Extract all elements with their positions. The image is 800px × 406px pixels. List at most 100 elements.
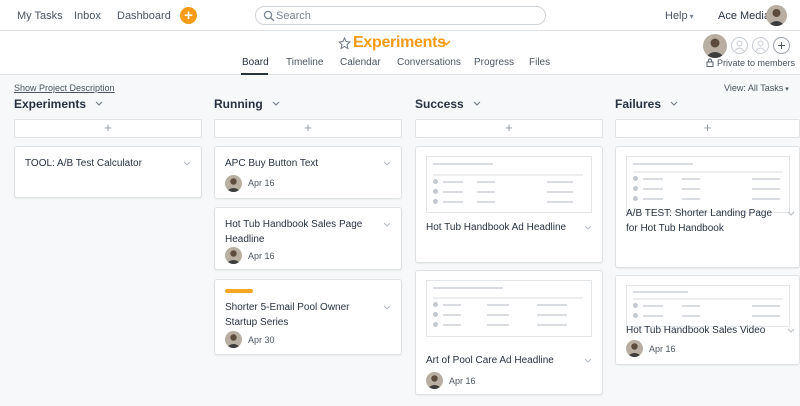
lock-icon — [706, 58, 714, 67]
column-title: Running — [214, 97, 263, 111]
chevron-down-icon[interactable] — [442, 40, 451, 46]
view-filter-label: View: All Tasks — [724, 83, 784, 93]
chevron-down-icon — [272, 101, 280, 106]
column-header[interactable]: Success — [415, 97, 481, 115]
project-title[interactable]: Experiments — [353, 34, 446, 52]
person-icon — [755, 40, 766, 52]
task-card[interactable]: Shorter 5-Email Pool Owner Startup Serie… — [214, 279, 402, 355]
add-member-button[interactable]: + — [773, 37, 790, 54]
task-name: TOOL: A/B Test Calculator — [25, 158, 142, 169]
column-title: Failures — [615, 97, 662, 111]
add-task-button[interactable]: + — [14, 119, 202, 138]
task-name: Shorter 5-Email Pool Owner Startup Serie… — [225, 302, 350, 328]
due-date[interactable]: Apr 16 — [248, 251, 275, 261]
star-icon[interactable] — [338, 37, 351, 50]
member-placeholder[interactable] — [731, 37, 748, 54]
due-date[interactable]: Apr 16 — [449, 376, 476, 386]
column-title: Experiments — [14, 97, 87, 111]
due-date[interactable]: Apr 30 — [248, 335, 275, 345]
nav-dashboard[interactable]: Dashboard — [117, 10, 171, 22]
plus-icon: + — [505, 120, 513, 135]
column-header[interactable]: Running — [214, 97, 280, 115]
attachment-thumbnail[interactable] — [426, 280, 592, 337]
chevron-down-icon: ▾ — [785, 86, 789, 93]
chevron-down-icon[interactable] — [383, 222, 391, 227]
due-date[interactable]: Apr 16 — [248, 178, 275, 188]
chevron-down-icon — [95, 101, 103, 106]
nav-inbox[interactable]: Inbox — [74, 10, 101, 22]
assignee-avatar[interactable] — [225, 247, 242, 264]
chevron-down-icon — [473, 101, 481, 106]
add-task-button[interactable]: + — [415, 119, 603, 138]
column-header[interactable]: Failures — [615, 97, 678, 115]
help-label: Help — [665, 10, 688, 22]
view-filter[interactable]: View: All Tasks ▾ — [724, 83, 789, 93]
project-members: + — [703, 34, 793, 60]
task-name: Hot Tub Handbook Sales Video — [626, 325, 766, 336]
project-header: Experiments Board Timeline Calendar Conv… — [0, 31, 800, 75]
add-task-button[interactable]: + — [615, 119, 800, 138]
chevron-down-icon[interactable] — [787, 211, 795, 216]
task-name: Hot Tub Handbook Sales Page Headline — [225, 219, 363, 245]
plus-icon: + — [184, 7, 193, 24]
chevron-down-icon[interactable] — [183, 161, 191, 166]
task-card[interactable]: Hot Tub Handbook Ad Headline — [415, 146, 603, 263]
chevron-down-icon[interactable] — [383, 305, 391, 310]
tab-conversations[interactable]: Conversations — [397, 57, 461, 68]
task-name: Hot Tub Handbook Ad Headline — [426, 222, 567, 233]
tab-progress[interactable]: Progress — [474, 57, 514, 68]
attachment-thumbnail[interactable] — [626, 156, 790, 213]
chevron-down-icon: ▾ — [689, 12, 694, 21]
chevron-down-icon — [670, 101, 678, 106]
help-menu[interactable]: Help ▾ — [665, 10, 694, 22]
privacy-label: Private to members — [717, 58, 796, 68]
due-date[interactable]: Apr 16 — [649, 344, 676, 354]
task-card[interactable]: Hot Tub Handbook Sales Video Apr 16 — [615, 275, 800, 365]
top-bar: My Tasks Inbox Dashboard + Help▾ Ace Med… — [0, 0, 800, 31]
assignee-avatar[interactable] — [225, 331, 242, 348]
plus-icon: + — [304, 120, 312, 135]
chevron-down-icon[interactable] — [383, 161, 391, 166]
show-project-description-link[interactable]: Show Project Description — [14, 83, 115, 93]
task-card[interactable]: TOOL: A/B Test Calculator — [14, 146, 202, 198]
assignee-avatar[interactable] — [426, 372, 443, 389]
assignee-avatar[interactable] — [225, 175, 242, 192]
column-title: Success — [415, 97, 464, 111]
search-input[interactable] — [276, 8, 536, 23]
nav-my-tasks[interactable]: My Tasks — [17, 10, 63, 22]
org-name[interactable]: Ace Media — [718, 10, 770, 22]
active-tab-indicator — [241, 73, 268, 75]
column-header[interactable]: Experiments — [14, 97, 103, 115]
plus-icon: + — [777, 37, 786, 53]
quick-add-button[interactable]: + — [180, 7, 197, 24]
attachment-thumbnail[interactable] — [626, 285, 790, 327]
color-tag — [225, 289, 253, 293]
task-card[interactable]: APC Buy Button Text Apr 16 — [214, 146, 402, 199]
plus-icon: + — [703, 120, 712, 135]
task-card[interactable]: Hot Tub Handbook Sales Page Headline Apr… — [214, 207, 402, 270]
attachment-thumbnail[interactable] — [426, 156, 592, 213]
search-bar[interactable] — [255, 6, 546, 25]
task-name: Art of Pool Care Ad Headline — [426, 355, 554, 366]
tab-board[interactable]: Board — [242, 57, 269, 68]
assignee-avatar[interactable] — [626, 340, 643, 357]
search-icon — [263, 10, 275, 22]
task-name: APC Buy Button Text — [225, 158, 319, 169]
project-tabs: Board Timeline Calendar Conversations Pr… — [0, 55, 800, 75]
user-avatar[interactable] — [766, 5, 787, 26]
chevron-down-icon[interactable] — [584, 358, 592, 363]
tab-calendar[interactable]: Calendar — [340, 57, 381, 68]
tab-timeline[interactable]: Timeline — [286, 57, 323, 68]
task-card[interactable]: Art of Pool Care Ad Headline Apr 16 — [415, 270, 603, 395]
task-name: A/B TEST: Shorter Landing Page for Hot T… — [626, 208, 773, 234]
chevron-down-icon[interactable] — [584, 225, 592, 230]
privacy-setting[interactable]: Private to members — [706, 58, 795, 68]
chevron-down-icon[interactable] — [787, 328, 795, 333]
task-card[interactable]: A/B TEST: Shorter Landing Page for Hot T… — [615, 146, 800, 268]
add-task-button[interactable]: + — [214, 119, 402, 138]
tab-files[interactable]: Files — [529, 57, 550, 68]
person-icon — [734, 40, 745, 52]
plus-icon: + — [104, 120, 112, 135]
member-placeholder[interactable] — [752, 37, 769, 54]
member-avatar[interactable] — [703, 34, 727, 58]
